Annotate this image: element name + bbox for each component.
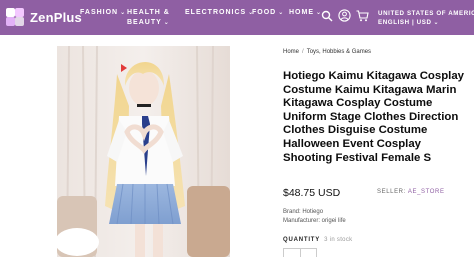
nav-item-label: HOME bbox=[289, 9, 314, 16]
top-nav-bar: ZenPlus FASHION ⌄ HEALTH & BEAUTY ⌄ ELECTR… bbox=[0, 0, 474, 35]
breadcrumb-home-link[interactable]: Home bbox=[283, 49, 299, 55]
quantity-stepper[interactable] bbox=[283, 248, 317, 257]
stock-status: 3 in stock bbox=[324, 237, 353, 243]
nav-item-food[interactable]: FOOD ⌄ bbox=[252, 8, 284, 18]
nav-item-home[interactable]: HOME ⌄ bbox=[289, 8, 322, 18]
nav-item-fashion[interactable]: FASHION ⌄ bbox=[80, 8, 126, 18]
nav-item-label: HEALTH & bbox=[127, 9, 170, 16]
seller-label: SELLER: bbox=[377, 189, 406, 195]
seller-info: SELLER: AE_STORE bbox=[377, 189, 445, 195]
nav-item-label: FOOD bbox=[252, 9, 277, 16]
search-icon[interactable] bbox=[321, 10, 333, 22]
quantity-label-row: QUANTITY 3 in stock bbox=[283, 237, 352, 243]
chevron-down-icon: ⌄ bbox=[163, 20, 170, 26]
user-icon[interactable] bbox=[338, 9, 351, 22]
country-label: UNITED STATES OF AMERICA bbox=[378, 10, 474, 17]
quantity-label: QUANTITY bbox=[283, 237, 321, 243]
product-image[interactable] bbox=[57, 46, 230, 257]
product-title: Hotiego Kaimu Kitagawa Cosplay Costume K… bbox=[283, 70, 465, 164]
chevron-down-icon: ⌄ bbox=[433, 20, 440, 26]
language-currency-label: ENGLISH | USD bbox=[378, 19, 432, 26]
breadcrumb-separator: / bbox=[302, 49, 304, 55]
product-brand: Brand: Hotiego bbox=[283, 209, 324, 215]
logo-text: ZenPlus bbox=[30, 9, 82, 25]
locale-selector[interactable]: UNITED STATES OF AMERICA ENGLISH | USD ⌄ bbox=[378, 9, 474, 28]
product-price: $48.75 USD bbox=[283, 187, 341, 199]
chevron-down-icon: ⌄ bbox=[120, 10, 127, 16]
nav-item-label: BEAUTY bbox=[127, 19, 162, 26]
breadcrumb-category-link[interactable]: Toys, Hobbies & Games bbox=[307, 49, 371, 55]
zenplus-logo[interactable]: ZenPlus bbox=[6, 8, 82, 26]
seller-link[interactable]: AE_STORE bbox=[408, 189, 445, 195]
nav-item-health-beauty[interactable]: HEALTH & BEAUTY ⌄ bbox=[127, 8, 170, 28]
nav-item-label: ELECTRONICS bbox=[185, 9, 247, 16]
cart-icon[interactable] bbox=[356, 10, 369, 22]
breadcrumb: Home / Toys, Hobbies & Games bbox=[283, 49, 371, 55]
nav-item-electronics[interactable]: ELECTRONICS ⌄ bbox=[185, 8, 254, 18]
nav-item-label: FASHION bbox=[80, 9, 119, 16]
chevron-down-icon: ⌄ bbox=[278, 10, 285, 16]
product-manufacturer: Manufacturer: origei life bbox=[283, 218, 346, 224]
logo-mark-icon bbox=[6, 8, 24, 26]
